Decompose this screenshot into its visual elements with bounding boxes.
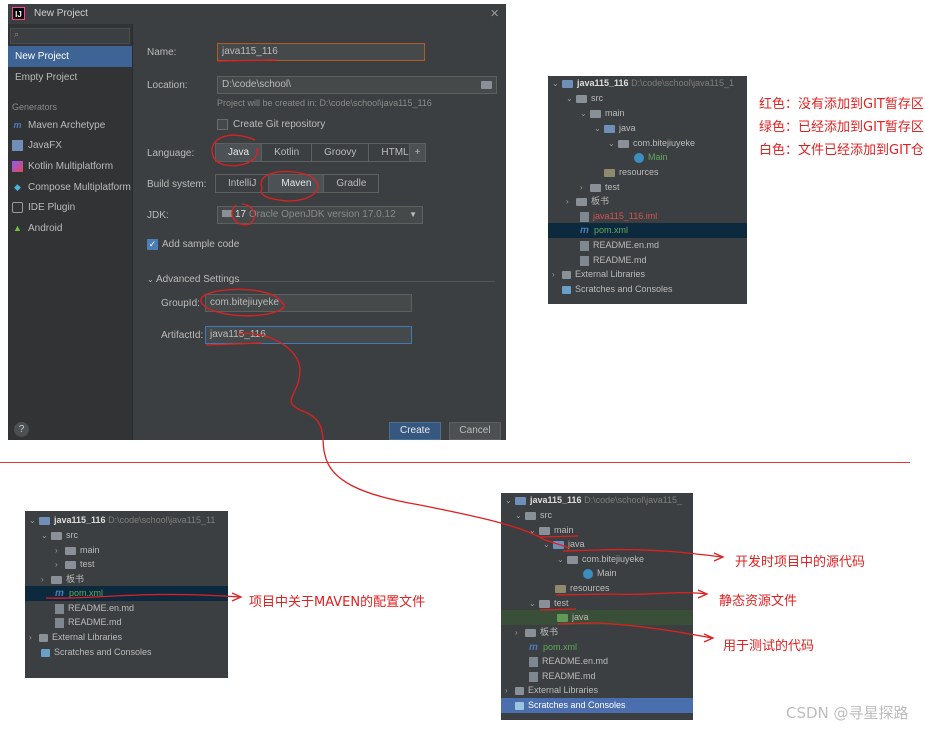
curve-artifactid [237, 332, 571, 549]
annotation-overlay [45, 59, 725, 643]
arrow-source [597, 548, 725, 562]
arrow-test [595, 622, 715, 643]
underline-artifactid [205, 342, 263, 346]
arrow-resources [611, 589, 709, 599]
underline-resources [555, 593, 613, 596]
circle-groupid [200, 288, 285, 317]
underline-main [539, 535, 579, 538]
underline-test-java [557, 622, 597, 625]
underline-test [539, 608, 577, 611]
circle-maven [260, 170, 319, 202]
csdn-watermark: CSDN @寻星探路 [786, 704, 909, 722]
underline-name [217, 59, 277, 62]
underline-java [562, 549, 599, 552]
circle-java [211, 134, 258, 167]
arrow-pom [45, 592, 243, 602]
circle-jdk [231, 203, 256, 226]
